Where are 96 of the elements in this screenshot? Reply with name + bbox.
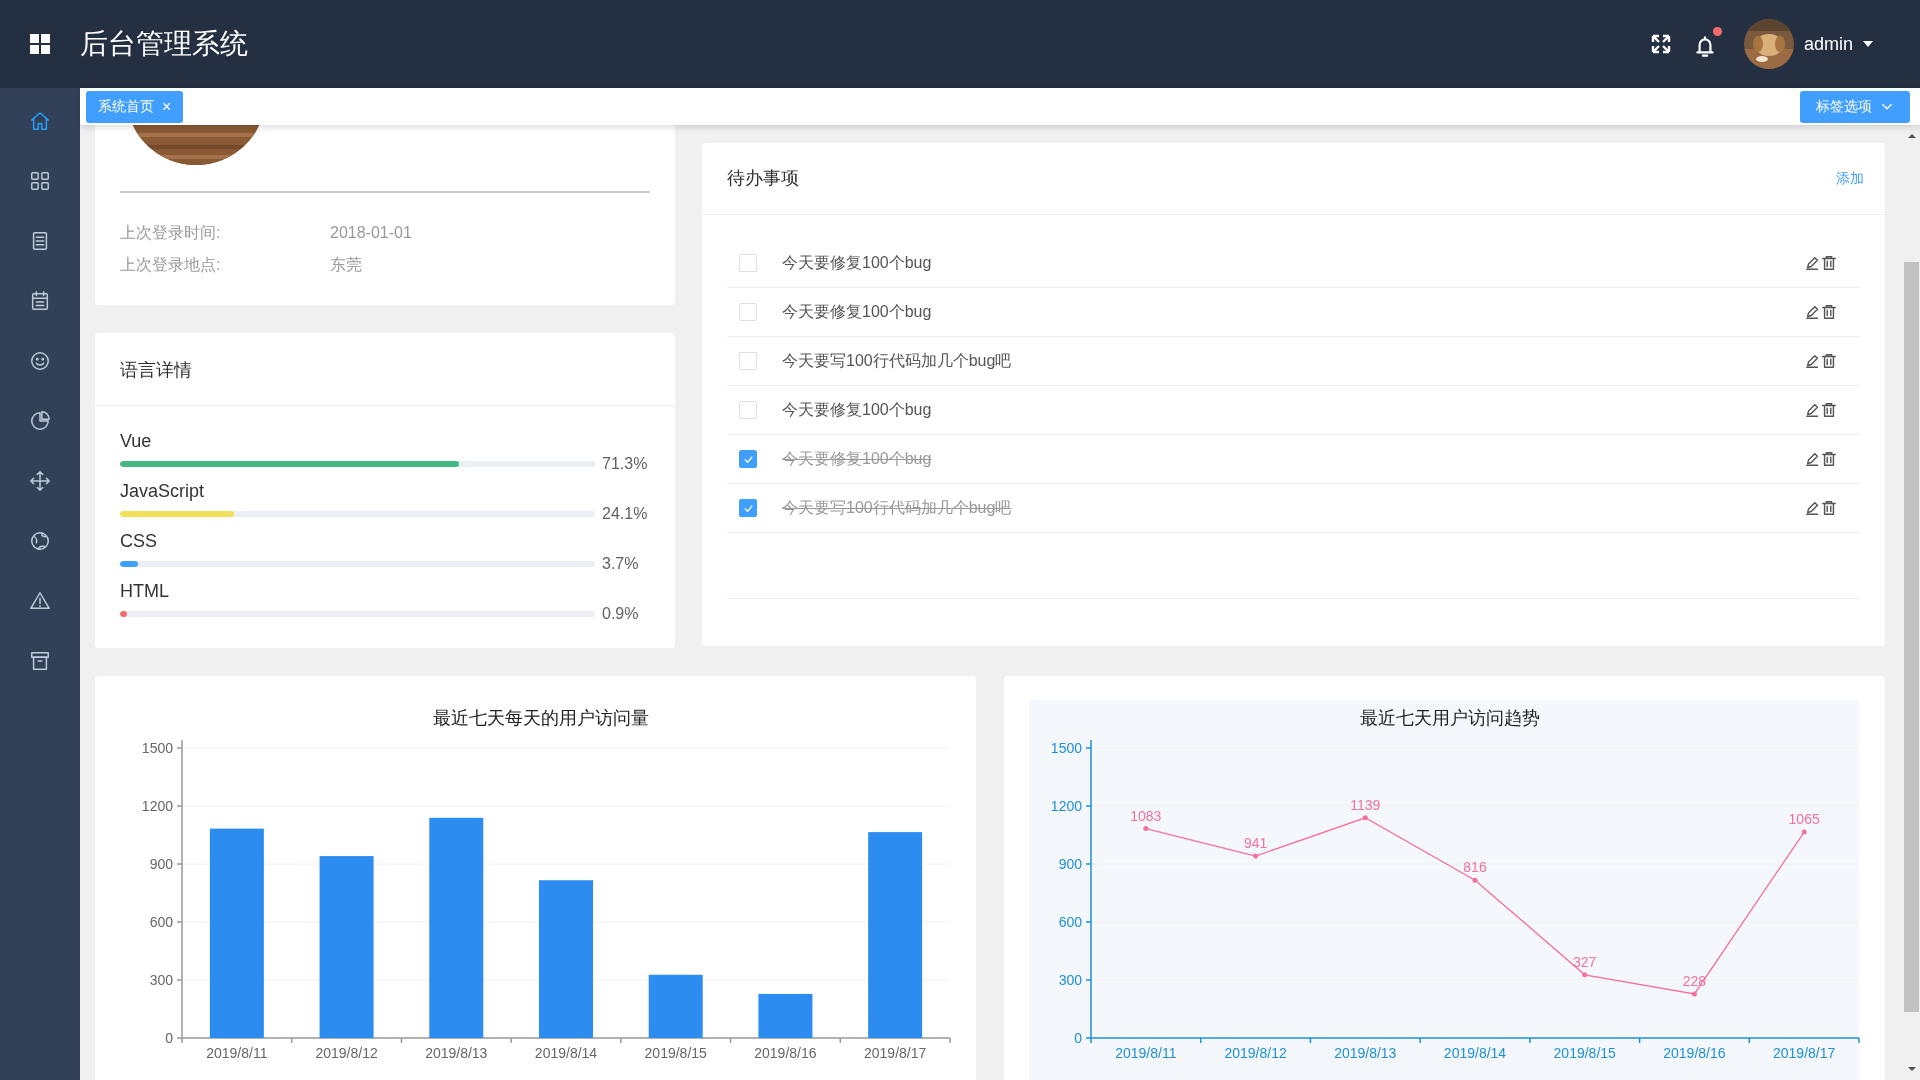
axis-label: 300: [1058, 972, 1082, 988]
data-point: [1582, 972, 1588, 978]
checkbox[interactable]: [739, 450, 757, 468]
percent-label: 3.7%: [602, 554, 639, 574]
axis-label: 1200: [141, 798, 173, 814]
axis-label: 300: [149, 972, 173, 988]
data-label: 327: [1573, 953, 1597, 970]
card-title: 待办事项: [727, 167, 799, 190]
axis-label: 2019/8/17: [864, 1045, 927, 1061]
edit-icon[interactable]: [1805, 402, 1821, 418]
scroll-up-icon[interactable]: [1906, 131, 1917, 141]
todo-text: 今天要修复100个bug: [782, 253, 932, 273]
axis-label: 0: [1074, 1030, 1082, 1046]
axis-label: 2019/8/12: [1224, 1045, 1287, 1061]
menu-icon[interactable]: [30, 34, 50, 54]
axis-label: 2019/8/16: [754, 1045, 817, 1061]
chart-title: 最近七天每天的用户访问量: [433, 708, 649, 728]
todo-text: 今天要修复100个bug: [782, 400, 932, 420]
delete-icon[interactable]: [1821, 451, 1837, 467]
axis-label: 2019/8/16: [1663, 1045, 1726, 1061]
language-name: JavaScript: [120, 480, 205, 502]
warning-icon[interactable]: [29, 590, 51, 612]
percent-label: 71.3%: [602, 454, 648, 474]
axis-label: 2019/8/12: [315, 1045, 378, 1061]
edit-icon[interactable]: [1805, 500, 1821, 516]
data-point: [1691, 991, 1697, 997]
archive-icon[interactable]: [29, 650, 51, 672]
axis-label: 1500: [1050, 740, 1082, 756]
todo-text: 今天要修复100个bug: [782, 302, 932, 322]
language-name: Vue: [120, 430, 152, 452]
axis-label: 2019/8/14: [534, 1045, 598, 1061]
chart-title: 最近七天用户访问趋势: [1360, 708, 1540, 728]
add-link[interactable]: 添加: [1836, 168, 1864, 189]
axis-label: 2019/8/15: [1553, 1045, 1616, 1061]
data-point: [1801, 829, 1807, 835]
delete-icon[interactable]: [1821, 304, 1837, 320]
close-icon[interactable]: ×: [162, 94, 172, 119]
axis-label: 2019/8/11: [1115, 1045, 1177, 1061]
card-title: 语言详情: [95, 333, 675, 406]
field-label: 上次登录时间:: [120, 223, 222, 243]
fullscreen-icon[interactable]: [1649, 33, 1672, 55]
data-point: [1143, 826, 1149, 832]
axis-label: 900: [1058, 856, 1082, 872]
axis-label: 2019/8/17: [1773, 1045, 1836, 1061]
axis-label: 1200: [1050, 798, 1082, 814]
delete-icon[interactable]: [1821, 402, 1837, 418]
axis-label: 600: [1058, 914, 1082, 930]
delete-icon[interactable]: [1821, 255, 1837, 271]
field-label: 上次登录地点:: [120, 255, 222, 275]
field-value: 2018-01-01: [330, 223, 412, 243]
scroll-down-icon[interactable]: [1906, 1064, 1917, 1074]
data-label: 1065: [1788, 811, 1820, 828]
bar: [758, 993, 813, 1038]
language-name: CSS: [120, 530, 157, 552]
app-title: 后台管理系统: [80, 27, 248, 61]
language-name: HTML: [120, 580, 169, 602]
data-label: 1139: [1350, 796, 1381, 813]
axis-label: 2019/8/11: [206, 1045, 268, 1061]
axis-label: 2019/8/13: [425, 1045, 488, 1061]
axis-label: 0: [165, 1030, 173, 1046]
home-icon[interactable]: [29, 110, 51, 132]
user-menu[interactable]: admin: [1803, 30, 1875, 58]
data-label: 941: [1243, 835, 1268, 852]
delete-icon[interactable]: [1821, 500, 1837, 516]
edit-icon[interactable]: [1805, 451, 1821, 467]
pie-chart-icon[interactable]: [29, 410, 51, 432]
delete-icon[interactable]: [1821, 353, 1837, 369]
axis-label: 1500: [141, 740, 173, 756]
data-label: 816: [1463, 859, 1487, 876]
percent-label: 24.1%: [602, 504, 648, 524]
todo-text: 今天要写100行代码加几个bug吧: [782, 351, 1012, 371]
data-label: 1083: [1130, 807, 1162, 824]
todo-text: 今天要修复100个bug: [782, 449, 932, 469]
data-point: [1253, 853, 1259, 859]
data-point: [1362, 815, 1368, 821]
calendar-icon[interactable]: [29, 290, 51, 312]
data-point: [1472, 877, 1478, 883]
percent-label: 0.9%: [602, 604, 639, 624]
axis-label: 2019/8/15: [644, 1045, 707, 1061]
grid-icon[interactable]: [29, 170, 51, 192]
move-icon[interactable]: [29, 470, 51, 492]
bar: [648, 974, 703, 1038]
axis-label: 600: [149, 914, 173, 930]
smiley-icon[interactable]: [29, 350, 51, 372]
edit-icon[interactable]: [1805, 353, 1821, 369]
field-value: 东莞: [330, 255, 362, 275]
tag-options-button[interactable]: 标签选项: [1800, 90, 1910, 123]
edit-icon[interactable]: [1805, 304, 1821, 320]
todo-text: 今天要写100行代码加几个bug吧: [782, 498, 1012, 518]
checkbox[interactable]: [739, 499, 757, 517]
axis-label: 900: [149, 856, 173, 872]
globe-icon[interactable]: [29, 530, 51, 552]
axis-label: 2019/8/14: [1443, 1045, 1507, 1061]
tab[interactable]: 系统首页 ×: [86, 90, 184, 123]
edit-icon[interactable]: [1805, 255, 1821, 271]
axis-label: 2019/8/13: [1334, 1045, 1397, 1061]
